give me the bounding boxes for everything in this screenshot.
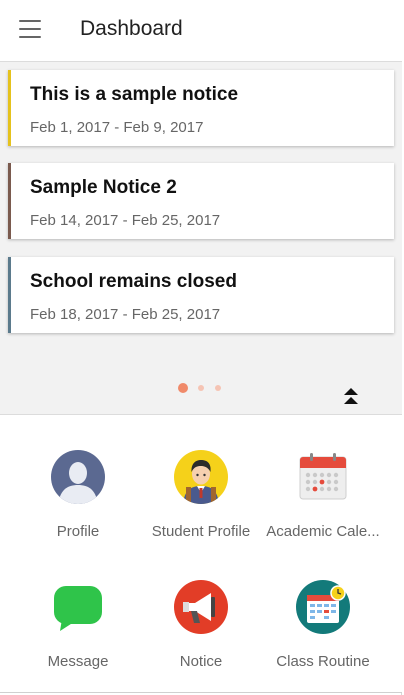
- shortcut-label: Class Routine: [276, 653, 370, 670]
- shortcut-notice[interactable]: Notice: [134, 545, 268, 675]
- notice-dates: Feb 1, 2017 - Feb 9, 2017: [30, 119, 204, 136]
- notice-dates: Feb 14, 2017 - Feb 25, 2017: [30, 212, 221, 229]
- student-avatar-icon: [173, 449, 229, 505]
- shortcut-academic-calendar[interactable]: Academic Cale...: [256, 415, 390, 545]
- message-bubble-icon: [50, 579, 106, 635]
- bottom-divider: [0, 692, 402, 693]
- notice-card[interactable]: Sample Notice 2 Feb 14, 2017 - Feb 25, 2…: [8, 163, 394, 239]
- page-title: Dashboard: [80, 17, 183, 40]
- notice-card[interactable]: This is a sample notice Feb 1, 2017 - Fe…: [8, 70, 394, 146]
- shortcut-label: Profile: [56, 523, 100, 540]
- notice-title: School remains closed: [30, 271, 237, 292]
- profile-avatar-icon: [50, 449, 106, 505]
- shortcut-label: Academic Cale...: [266, 523, 380, 540]
- shortcut-label: Notice: [179, 653, 223, 670]
- double-chevron-up-icon[interactable]: [340, 386, 362, 406]
- shortcut-student-profile[interactable]: Student Profile: [134, 415, 268, 545]
- shortcut-message[interactable]: Message: [11, 545, 145, 675]
- page-indicator: [178, 383, 228, 393]
- notice-title: This is a sample notice: [30, 84, 239, 105]
- class-routine-icon: [295, 579, 351, 635]
- notice-carousel[interactable]: This is a sample notice Feb 1, 2017 - Fe…: [0, 62, 402, 414]
- app-screen: Dashboard This is a sample notice Feb 1,…: [0, 0, 402, 695]
- notice-dates: Feb 18, 2017 - Feb 25, 2017: [30, 306, 221, 323]
- shortcut-label: Message: [47, 653, 109, 670]
- page-dot-active: [178, 383, 188, 393]
- shortcut-profile[interactable]: Profile: [11, 415, 145, 545]
- notice-card[interactable]: School remains closed Feb 18, 2017 - Feb…: [8, 257, 394, 333]
- shortcut-class-routine[interactable]: Class Routine: [256, 545, 390, 675]
- megaphone-icon: [173, 579, 229, 635]
- page-dot: [215, 385, 221, 391]
- shortcut-label: Student Profile: [151, 523, 251, 540]
- app-bar: Dashboard: [0, 0, 402, 62]
- page-dot: [198, 385, 204, 391]
- calendar-icon: [295, 449, 351, 505]
- hamburger-menu-icon[interactable]: [19, 20, 41, 38]
- shortcut-grid: Profile Student Profile Academic Cale...…: [0, 415, 402, 693]
- notice-title: Sample Notice 2: [30, 177, 177, 198]
